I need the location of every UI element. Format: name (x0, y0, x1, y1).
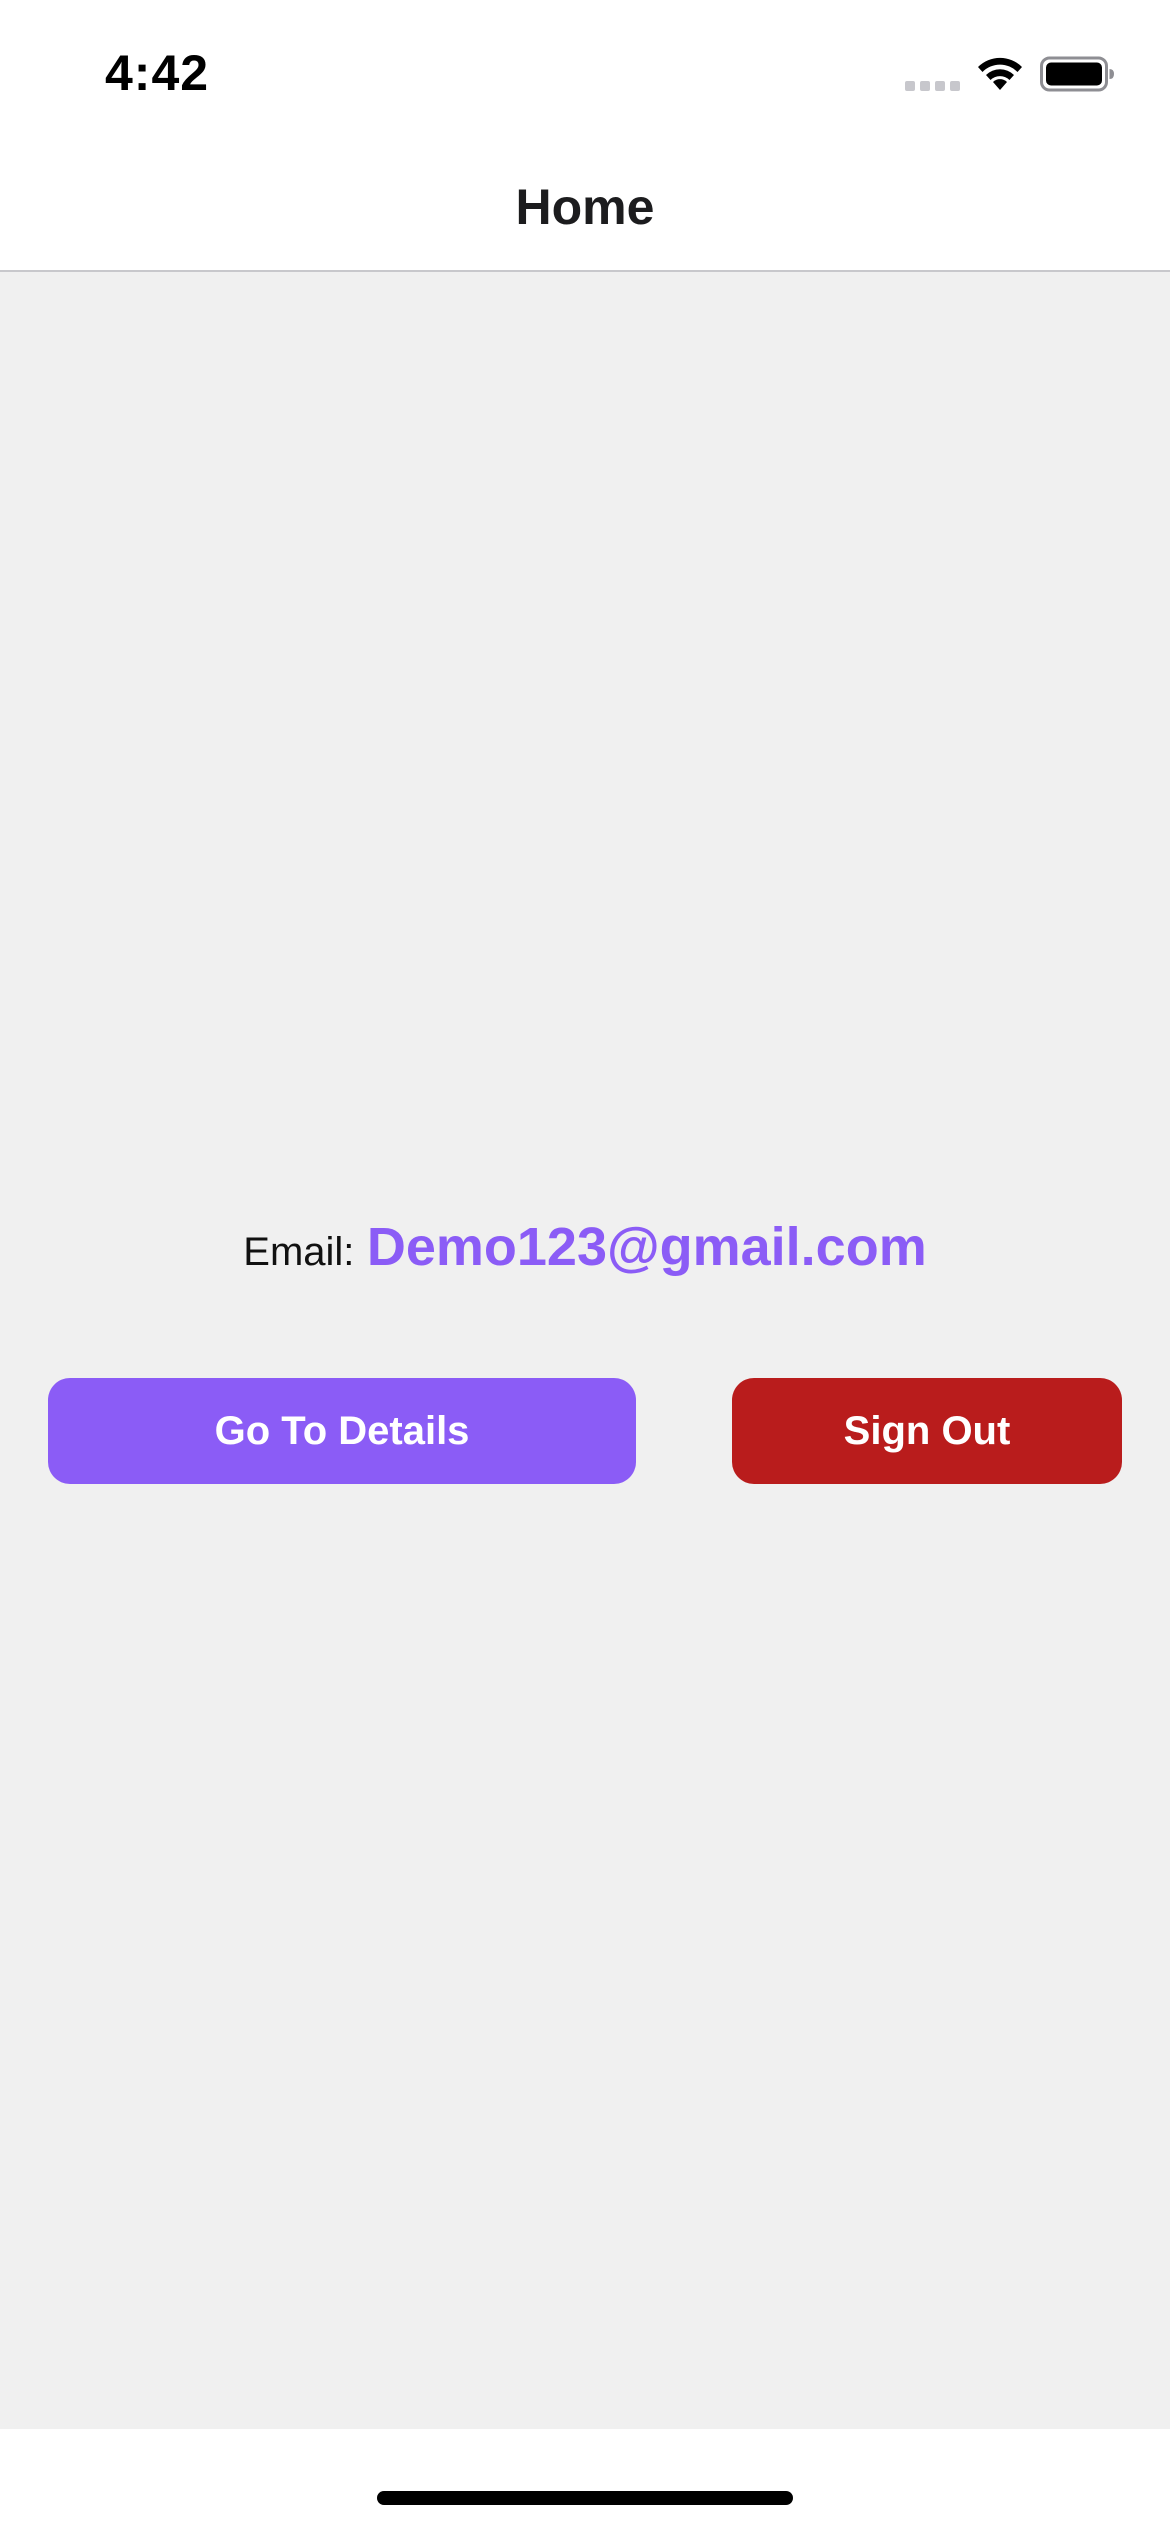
wifi-icon (978, 57, 1022, 90)
email-label: Email: (243, 1230, 355, 1274)
app-screen: 4:42 Home Email: Demo123@gmail.com Go To… (0, 0, 1170, 2532)
go-to-details-button[interactable]: Go To Details (48, 1378, 636, 1484)
status-bar: 4:42 (0, 0, 1170, 150)
email-value: Demo123@gmail.com (366, 1217, 927, 1277)
home-indicator-area (0, 2429, 1170, 2532)
email-row: Email: Demo123@gmail.com (0, 1216, 1170, 1278)
battery-icon (1040, 56, 1114, 92)
sign-out-button[interactable]: Sign Out (732, 1378, 1122, 1484)
go-to-details-label: Go To Details (214, 1408, 470, 1453)
sign-out-label: Sign Out (843, 1408, 1011, 1453)
page-title: Home (515, 179, 655, 235)
signal-icon (905, 81, 960, 91)
main-content: Email: Demo123@gmail.com Go To Details S… (0, 272, 1170, 2429)
status-time: 4:42 (105, 45, 210, 101)
navigation-header: Home (0, 150, 1170, 272)
home-indicator[interactable] (377, 2491, 793, 2505)
